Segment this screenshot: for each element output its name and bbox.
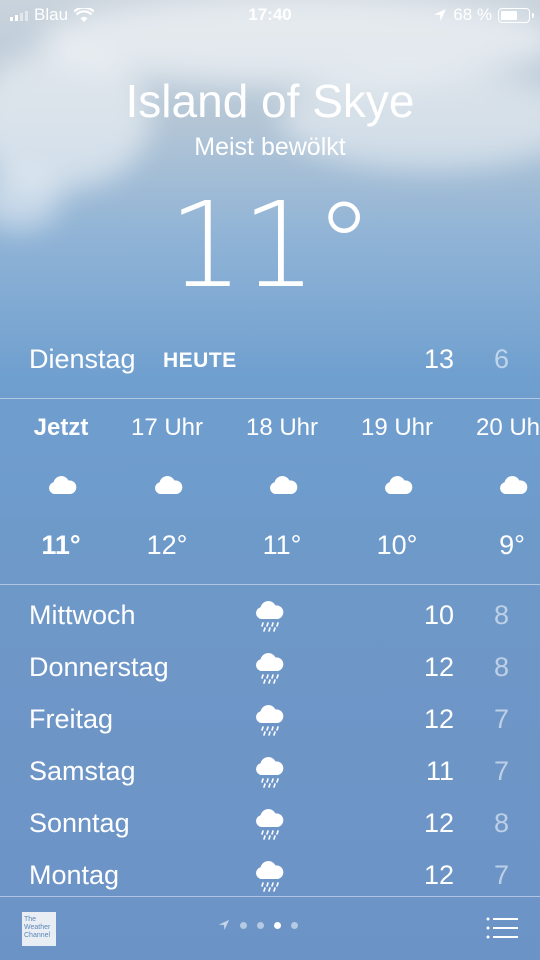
rain-cloud-icon <box>256 705 284 736</box>
cloud-icon <box>49 476 77 494</box>
daily-row: Samstag 11 7 <box>0 752 540 804</box>
location-arrow-icon <box>218 919 230 931</box>
daily-day: Samstag <box>29 756 136 786</box>
hour-temp: 10° <box>376 530 418 560</box>
hour-temp: 11° <box>262 530 302 560</box>
daily-high: 12 <box>423 652 454 682</box>
rain-cloud-icon <box>256 861 284 892</box>
list-icon[interactable] <box>486 917 518 939</box>
today-day: Dienstag <box>29 344 136 374</box>
daily-row: Sonntag 12 8 <box>0 804 540 856</box>
daily-low: 8 <box>493 600 509 630</box>
cloud-icon <box>385 476 413 494</box>
daily-high: 11 <box>425 756 454 786</box>
status-bar: Blau 17:40 68 % <box>0 0 540 30</box>
battery-icon <box>498 7 534 23</box>
rain-cloud-icon <box>256 809 284 840</box>
hourly-forecast[interactable]: Jetzt 11° 17 Uhr 12° 18 Uhr 11° 19 Uhr 1… <box>0 400 540 584</box>
daily-row: Freitag 12 7 <box>0 700 540 752</box>
page-dot[interactable] <box>257 921 264 929</box>
daily-low: 7 <box>493 704 509 734</box>
daily-low: 8 <box>493 808 509 838</box>
city-name: Island of Skye <box>125 75 415 127</box>
daily-low: 7 <box>493 860 509 890</box>
rain-cloud-icon <box>256 601 284 632</box>
location-arrow-icon <box>434 9 447 21</box>
hour-time: 19 Uhr <box>360 414 434 441</box>
battery-percent: 68 % <box>453 5 492 24</box>
daily-day: Sonntag <box>29 808 130 838</box>
page-dot[interactable] <box>291 921 298 929</box>
hour-time: Jetzt <box>33 414 89 441</box>
rain-cloud-icon <box>256 757 284 788</box>
daily-high: 12 <box>423 860 454 890</box>
page-dots <box>240 921 298 929</box>
bottom-bar: The Weather Channel <box>0 897 540 960</box>
page-dot[interactable] <box>240 921 247 929</box>
hour-time: 17 Uhr <box>130 414 204 441</box>
daily-high: 12 <box>423 704 454 734</box>
hour-time: 18 Uhr <box>245 414 319 441</box>
divider <box>0 398 540 399</box>
daily-day: Freitag <box>29 704 114 734</box>
current-temperature: 11° <box>168 176 373 314</box>
daily-row: Mittwoch 10 8 <box>0 596 540 648</box>
page-dot[interactable] <box>274 921 281 929</box>
today-low: 6 <box>493 344 509 374</box>
daily-day: Montag <box>29 860 120 890</box>
daily-high: 10 <box>423 600 454 630</box>
daily-low: 8 <box>493 652 509 682</box>
cloud-icon <box>500 476 528 494</box>
rain-cloud-icon <box>256 653 284 684</box>
hour-temp: 11° <box>41 530 81 560</box>
daily-day: Mittwoch <box>29 600 136 630</box>
cloud-icon <box>270 476 298 494</box>
page-indicator[interactable] <box>218 919 298 931</box>
weather-condition: Meist bewölkt <box>194 133 346 161</box>
daily-forecast[interactable]: Mittwoch 10 8 Donnerstag 12 8 Freitag 12… <box>0 596 540 908</box>
daily-row: Donnerstag 12 8 <box>0 648 540 700</box>
weather-channel-logo[interactable]: The Weather Channel <box>22 912 56 946</box>
hour-temp: 12° <box>146 530 188 560</box>
today-label: HEUTE <box>163 349 237 372</box>
hour-temp: 9° <box>499 530 525 560</box>
today-summary: Dienstag HEUTE 13 6 <box>0 338 540 382</box>
divider <box>0 584 540 585</box>
hour-time: 20 Uhr <box>475 414 540 441</box>
daily-high: 12 <box>423 808 454 838</box>
today-high: 13 <box>423 344 454 374</box>
daily-low: 7 <box>493 756 509 786</box>
daily-day: Donnerstag <box>29 652 169 682</box>
cloud-icon <box>155 476 183 494</box>
